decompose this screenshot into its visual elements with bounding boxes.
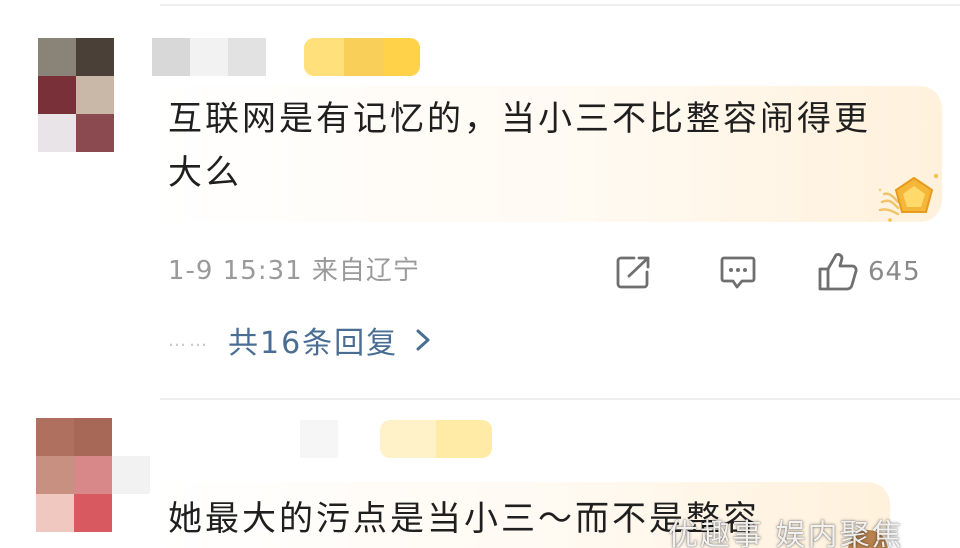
comment-feed: 互联网是有记忆的，当小三不比整容闹得更大么 1-9 15:31 来自辽宁 645 (0, 0, 960, 548)
member-badge-blurred (380, 420, 492, 458)
comment-button[interactable] (718, 252, 758, 292)
like-button[interactable]: 645 (816, 252, 921, 292)
watermark: 优趣事 娱内聚焦 (668, 518, 904, 548)
replies-label: 共16条回复 (228, 326, 399, 361)
like-count: 645 (868, 257, 921, 287)
divider (160, 4, 960, 6)
replies-row: …… 共16条回复 (168, 318, 434, 362)
replies-dots: …… (168, 329, 210, 351)
thumbs-up-icon (818, 253, 858, 291)
view-replies-link[interactable]: 共16条回复 (228, 318, 434, 362)
gold-pentagon-badge-icon (878, 173, 939, 222)
avatar-pixelated[interactable] (38, 38, 152, 152)
comment-icon (720, 256, 756, 289)
share-icon (616, 256, 650, 289)
share-button[interactable] (614, 252, 654, 292)
username-blurred[interactable] (152, 38, 266, 76)
member-badge-blurred (304, 38, 420, 76)
comment-text: 互联网是有记忆的，当小三不比整容闹得更大么 (168, 99, 871, 193)
username-blurred[interactable] (300, 420, 338, 458)
divider (160, 398, 960, 400)
avatar-pixelated[interactable] (36, 418, 150, 532)
comment-meta: 1-9 15:31 来自辽宁 (168, 256, 420, 286)
chevron-right-icon (416, 329, 430, 351)
